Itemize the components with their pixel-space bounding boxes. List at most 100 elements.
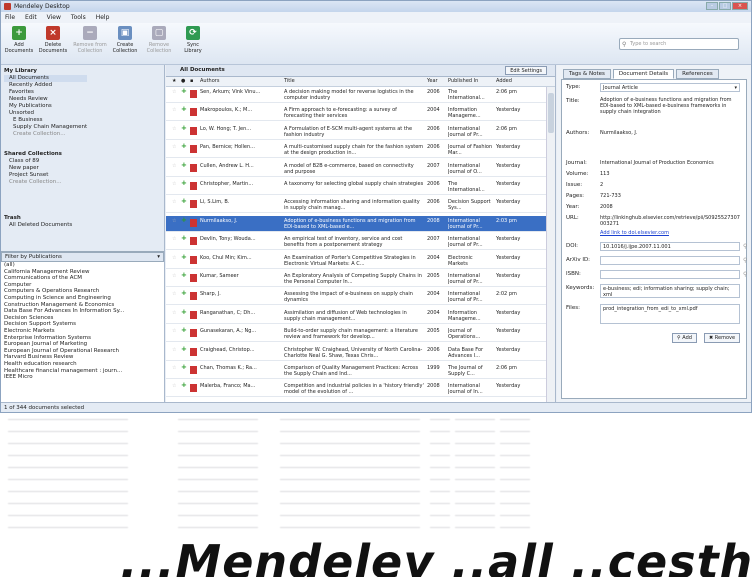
read-status-icon[interactable]: + — [181, 143, 187, 149]
favorite-star-icon[interactable]: ☆ — [172, 328, 176, 334]
table-row[interactable]: ☆ + Li, S.Lim, B. Accessing information sha… — [166, 197, 546, 214]
read-status-icon[interactable]: + — [181, 382, 187, 388]
remove-from-collection-button[interactable]: − Remove from Collection — [71, 26, 109, 54]
menu-help[interactable]: Help — [96, 14, 110, 21]
year-field[interactable]: 2008 — [600, 204, 740, 210]
create-collection-button[interactable]: ▣ Create Collection — [109, 26, 141, 54]
authors-field[interactable]: Nurmilaakso, J. — [600, 130, 740, 136]
favorite-star-icon[interactable]: ☆ — [172, 310, 176, 316]
create-shared-collection-link[interactable]: Create Collection... — [4, 179, 62, 186]
read-status-icon[interactable]: + — [181, 162, 187, 168]
pdf-icon[interactable] — [190, 145, 197, 154]
menu-edit[interactable]: Edit — [25, 14, 37, 21]
filter-item[interactable]: (all) — [1, 262, 164, 269]
shared-item-class-of-89[interactable]: Class of 89 — [4, 158, 62, 165]
add-file-button[interactable]: ⚲ Add — [672, 333, 697, 343]
filter-item[interactable]: Decision Sciences — [1, 315, 164, 322]
favorite-star-icon[interactable]: ☆ — [172, 107, 176, 113]
read-status-icon[interactable]: + — [181, 217, 187, 223]
tab-references[interactable]: References — [676, 69, 719, 79]
favorite-star-icon[interactable]: ☆ — [172, 144, 176, 150]
table-row[interactable]: ☆ + Christopher, Martin... A taxonomy for s… — [166, 179, 546, 195]
table-row[interactable]: ☆ + Gunasekaran, A.; Ng... Build-to-order s… — [166, 326, 546, 343]
pdf-icon[interactable] — [190, 237, 197, 246]
arxiv-field[interactable] — [600, 256, 740, 265]
table-row[interactable]: ☆ + Sen, Arkum; Vink Vinu... A decision mak… — [166, 87, 546, 103]
filter-dropdown[interactable]: Filter by Publications ▾ — [1, 252, 164, 262]
filter-item[interactable]: Health education research — [1, 361, 164, 368]
url-field[interactable]: http://linkinghub.elsevier.com/retrieve/… — [600, 215, 740, 227]
pdf-icon[interactable] — [190, 255, 197, 264]
remove-file-button[interactable]: ✖ Remove — [704, 333, 741, 343]
filter-item[interactable]: Healthcare financial management : journ.… — [1, 368, 164, 375]
pdf-icon[interactable] — [190, 163, 197, 172]
tab-document-details[interactable]: Document Details — [612, 69, 675, 79]
favorite-star-icon[interactable]: ☆ — [172, 383, 176, 389]
read-status-icon[interactable]: + — [181, 327, 187, 333]
tab-tags-notes[interactable]: Tags & Notes — [563, 69, 611, 79]
column-authors[interactable]: Authors — [200, 77, 219, 86]
minimize-button[interactable]: – — [706, 2, 718, 10]
filter-item[interactable]: Enterprise Information Systems — [1, 335, 164, 342]
table-row[interactable]: ☆ + Koo, Chul Min; Kim... An Examination of… — [166, 253, 546, 269]
search-input[interactable]: ⚲ Type to search — [619, 38, 739, 50]
remove-collection-button[interactable]: ▢ Remove Collection — [143, 26, 175, 54]
shared-item-project-sunset[interactable]: Project Sunset — [4, 172, 62, 179]
menu-view[interactable]: View — [47, 14, 61, 21]
read-status-icon[interactable]: + — [181, 309, 187, 315]
sidebar-item-e-business[interactable]: E Business — [4, 117, 87, 124]
table-row[interactable]: ☆ + Malerba, Franco; Ma... Competition and … — [166, 381, 546, 398]
favorite-star-icon[interactable]: ☆ — [172, 236, 176, 242]
pdf-icon[interactable] — [190, 310, 197, 319]
table-row[interactable]: ☆ + Sharp, J. Assessing the impact of e-bus… — [166, 289, 546, 306]
close-button[interactable]: × — [732, 2, 748, 10]
sidebar-item-unsorted[interactable]: Unsorted — [4, 110, 87, 117]
favorite-star-icon[interactable]: ☆ — [172, 89, 176, 95]
add-url-link[interactable]: Add link to doi.elsevier.com — [600, 230, 740, 236]
scrollbar-thumb[interactable] — [548, 93, 554, 133]
filter-item[interactable]: Computer — [1, 282, 164, 289]
column-published-in[interactable]: Published In — [448, 77, 478, 86]
pdf-icon[interactable] — [190, 347, 197, 356]
table-row[interactable]: ☆ + Kumar, Sameer An Exploratory Analysis o… — [166, 271, 546, 287]
sidebar-item-supply-chain[interactable]: Supply Chain Management — [4, 124, 87, 131]
column-year[interactable]: Year — [427, 77, 438, 86]
doi-lookup-icon[interactable]: ⚲ — [743, 243, 747, 250]
sidebar-item-all-documents[interactable]: All Documents — [4, 75, 88, 82]
pdf-icon[interactable] — [190, 329, 197, 338]
table-row[interactable]: ☆ + Chan, Thomas K.; Ra... Comparison of Qu… — [166, 363, 546, 379]
star-column-icon[interactable]: ★ — [172, 77, 176, 86]
favorite-star-icon[interactable]: ☆ — [172, 365, 176, 371]
create-collection-link[interactable]: Create Collection... — [4, 131, 87, 138]
maximize-button[interactable]: □ — [719, 2, 731, 10]
documents-scrollbar[interactable] — [546, 87, 555, 402]
add-documents-button[interactable]: + Add Documents — [3, 26, 35, 54]
favorite-star-icon[interactable]: ☆ — [172, 347, 176, 353]
favorite-star-icon[interactable]: ☆ — [172, 273, 176, 279]
doi-field[interactable]: 10.1016/j.ijpe.2007.11.001 — [600, 242, 740, 251]
journal-field[interactable]: International Journal of Production Econ… — [600, 160, 740, 166]
pdf-icon[interactable] — [190, 108, 197, 117]
pdf-icon[interactable] — [190, 90, 197, 98]
read-status-icon[interactable]: + — [181, 364, 187, 370]
filter-item[interactable]: Electronic Markets — [1, 328, 164, 335]
sidebar-item-my-publications[interactable]: My Publications — [4, 103, 87, 110]
menu-tools[interactable]: Tools — [71, 14, 86, 21]
isbn-lookup-icon[interactable]: ⚲ — [743, 271, 747, 278]
isbn-field[interactable] — [600, 270, 740, 279]
filter-item[interactable]: Communications of the ACM — [1, 275, 164, 282]
column-added[interactable]: Added — [496, 77, 512, 86]
filter-item[interactable]: Data Base For Advances In Information Sy… — [1, 308, 164, 315]
table-row[interactable]: ☆ + Nurmilaakso, J. Adoption of e-business … — [166, 215, 546, 232]
favorite-star-icon[interactable]: ☆ — [172, 291, 176, 297]
table-row[interactable]: ☆ + Devlin, Tony; Wouda... An empirical tes… — [166, 234, 546, 251]
sync-library-button[interactable]: ⟳ Sync Library — [177, 26, 209, 54]
read-status-icon[interactable]: + — [181, 346, 187, 352]
pdf-icon[interactable] — [190, 200, 197, 209]
filter-item[interactable]: IEEE Micro — [1, 374, 164, 381]
sidebar-item-favorites[interactable]: Favorites — [4, 89, 87, 96]
sidebar-item-recently-added[interactable]: Recently Added — [4, 82, 87, 89]
table-row[interactable]: ☆ + Lo, W. Hong; T. Jen... A Formulation of… — [166, 124, 546, 140]
filter-item[interactable]: Decision Support Systems — [1, 321, 164, 328]
filter-item[interactable]: California Management Review — [1, 269, 164, 276]
